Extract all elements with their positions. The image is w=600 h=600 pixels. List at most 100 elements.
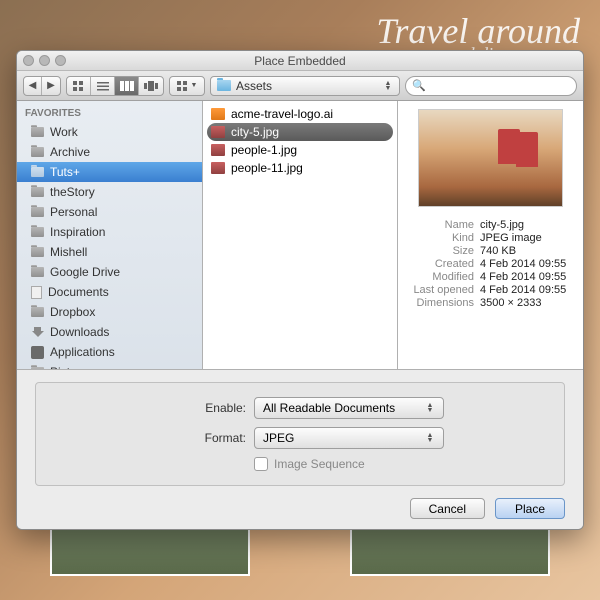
updown-icon: ▲▼ (425, 433, 435, 443)
file-icon (211, 126, 225, 138)
file-browser: FAVORITES Work Archive Tuts+ theStory Person… (17, 101, 583, 369)
minimize-icon[interactable] (39, 55, 50, 66)
columns-icon (120, 81, 134, 91)
folder-icon (31, 247, 44, 257)
grid-icon (73, 81, 85, 91)
file-item[interactable]: city-5.jpg (207, 123, 393, 141)
sidebar-item-label: Tuts+ (50, 165, 80, 179)
sidebar-item-label: Mishell (50, 245, 87, 259)
sidebar-item-label: Google Drive (50, 265, 120, 279)
preview-label: Kind (402, 232, 480, 244)
file-dialog: Place Embedded ◀ ▶ ▼ (16, 50, 584, 530)
dialog-bottom: Enable: All Readable Documents ▲▼ Format… (17, 369, 583, 529)
preview-pane: Namecity-5.jpgKindJPEG imageSize740 KBCr… (398, 101, 583, 369)
updown-icon: ▲▼ (383, 81, 393, 91)
folder-icon (31, 167, 44, 177)
sidebar-item[interactable]: Mishell (17, 242, 202, 262)
sidebar-item-label: Downloads (50, 325, 109, 339)
folder-icon (31, 346, 44, 359)
search-input[interactable] (430, 80, 570, 92)
folder-icon (31, 286, 42, 299)
sidebar-item-label: Documents (48, 285, 109, 299)
sidebar-item[interactable]: Tuts+ (17, 162, 202, 182)
view-columns-button[interactable] (115, 77, 139, 95)
preview-label: Name (402, 219, 480, 231)
nav-back-button[interactable]: ◀ (24, 77, 42, 95)
search-field[interactable]: 🔍 (405, 76, 577, 96)
sidebar-item[interactable]: Inspiration (17, 222, 202, 242)
format-select[interactable]: JPEG ▲▼ (254, 427, 444, 449)
sidebar-item-label: theStory (50, 185, 95, 199)
coverflow-icon (144, 81, 158, 91)
place-button[interactable]: Place (495, 498, 565, 519)
file-item-label: city-5.jpg (231, 125, 279, 139)
sidebar-item[interactable]: Dropbox (17, 302, 202, 322)
preview-label: Last opened (402, 284, 480, 296)
preview-metadata: Namecity-5.jpgKindJPEG imageSize740 KBCr… (402, 219, 579, 310)
preview-value: JPEG image (480, 232, 575, 244)
folder-icon (31, 187, 44, 197)
titlebar: Place Embedded (17, 51, 583, 71)
sidebar-item[interactable]: Archive (17, 142, 202, 162)
sidebar-item-label: Work (50, 125, 78, 139)
sidebar-item[interactable]: Documents (17, 282, 202, 302)
preview-label: Created (402, 258, 480, 270)
image-sequence-checkbox[interactable] (254, 457, 268, 471)
search-icon: 🔍 (412, 79, 426, 92)
file-item[interactable]: acme-travel-logo.ai (203, 105, 397, 123)
sidebar-header: FAVORITES (17, 105, 202, 122)
preview-row: Created4 Feb 2014 09:55 (402, 258, 579, 271)
file-item[interactable]: people-1.jpg (203, 141, 397, 159)
preview-row: Dimensions3500 × 2333 (402, 297, 579, 310)
file-item-label: acme-travel-logo.ai (231, 107, 333, 121)
sidebar-item[interactable]: Google Drive (17, 262, 202, 282)
nav-seg: ◀ ▶ (23, 76, 61, 96)
action-seg[interactable]: ▼ (169, 76, 205, 96)
close-icon[interactable] (23, 55, 34, 66)
file-item[interactable]: people-11.jpg (203, 159, 397, 177)
folder-icon (31, 367, 44, 369)
format-value: JPEG (263, 431, 294, 445)
zoom-icon[interactable] (55, 55, 66, 66)
options-panel: Enable: All Readable Documents ▲▼ Format… (35, 382, 565, 486)
chevron-down-icon: ▼ (191, 82, 198, 89)
path-dropdown[interactable]: Assets ▲▼ (210, 76, 400, 96)
cancel-button[interactable]: Cancel (410, 498, 485, 519)
preview-value: city-5.jpg (480, 219, 575, 231)
sidebar-item-label: Applications (50, 345, 115, 359)
sidebar-item-label: Personal (50, 205, 97, 219)
image-sequence-label: Image Sequence (274, 457, 365, 471)
traffic-lights[interactable] (23, 55, 66, 66)
sidebar-item-label: Dropbox (50, 305, 95, 319)
file-list: acme-travel-logo.ai city-5.jpg people-1.jp… (203, 101, 398, 369)
sidebar-item-label: Archive (50, 145, 90, 159)
preview-value: 4 Feb 2014 09:55 (480, 271, 575, 283)
toolbar: ◀ ▶ ▼ Assets ▲▼ (17, 71, 583, 101)
preview-value: 4 Feb 2014 09:55 (480, 258, 575, 270)
view-list-button[interactable] (91, 77, 115, 95)
path-label: Assets (236, 79, 272, 93)
enable-value: All Readable Documents (263, 401, 395, 415)
action-menu-button[interactable]: ▼ (170, 77, 204, 95)
sidebar-item[interactable]: Work (17, 122, 202, 142)
sidebar-item[interactable]: Applications (17, 342, 202, 362)
enable-select[interactable]: All Readable Documents ▲▼ (254, 397, 444, 419)
sidebar-item-label: Pictures (50, 365, 93, 369)
folder-icon (31, 307, 44, 317)
sidebar-item[interactable]: theStory (17, 182, 202, 202)
view-coverflow-button[interactable] (139, 77, 163, 95)
folder-icon (31, 267, 44, 277)
file-item-label: people-1.jpg (231, 143, 297, 157)
file-icon (211, 108, 225, 120)
preview-row: Size740 KB (402, 245, 579, 258)
folder-icon (217, 80, 231, 91)
sidebar-item[interactable]: Personal (17, 202, 202, 222)
preview-label: Modified (402, 271, 480, 283)
list-icon (97, 81, 109, 91)
preview-row: Modified4 Feb 2014 09:55 (402, 271, 579, 284)
sidebar-item[interactable]: Pictures (17, 362, 202, 369)
view-icons-button[interactable] (67, 77, 91, 95)
grid-icon (177, 81, 189, 91)
nav-forward-button[interactable]: ▶ (42, 77, 60, 95)
sidebar-item[interactable]: Downloads (17, 322, 202, 342)
